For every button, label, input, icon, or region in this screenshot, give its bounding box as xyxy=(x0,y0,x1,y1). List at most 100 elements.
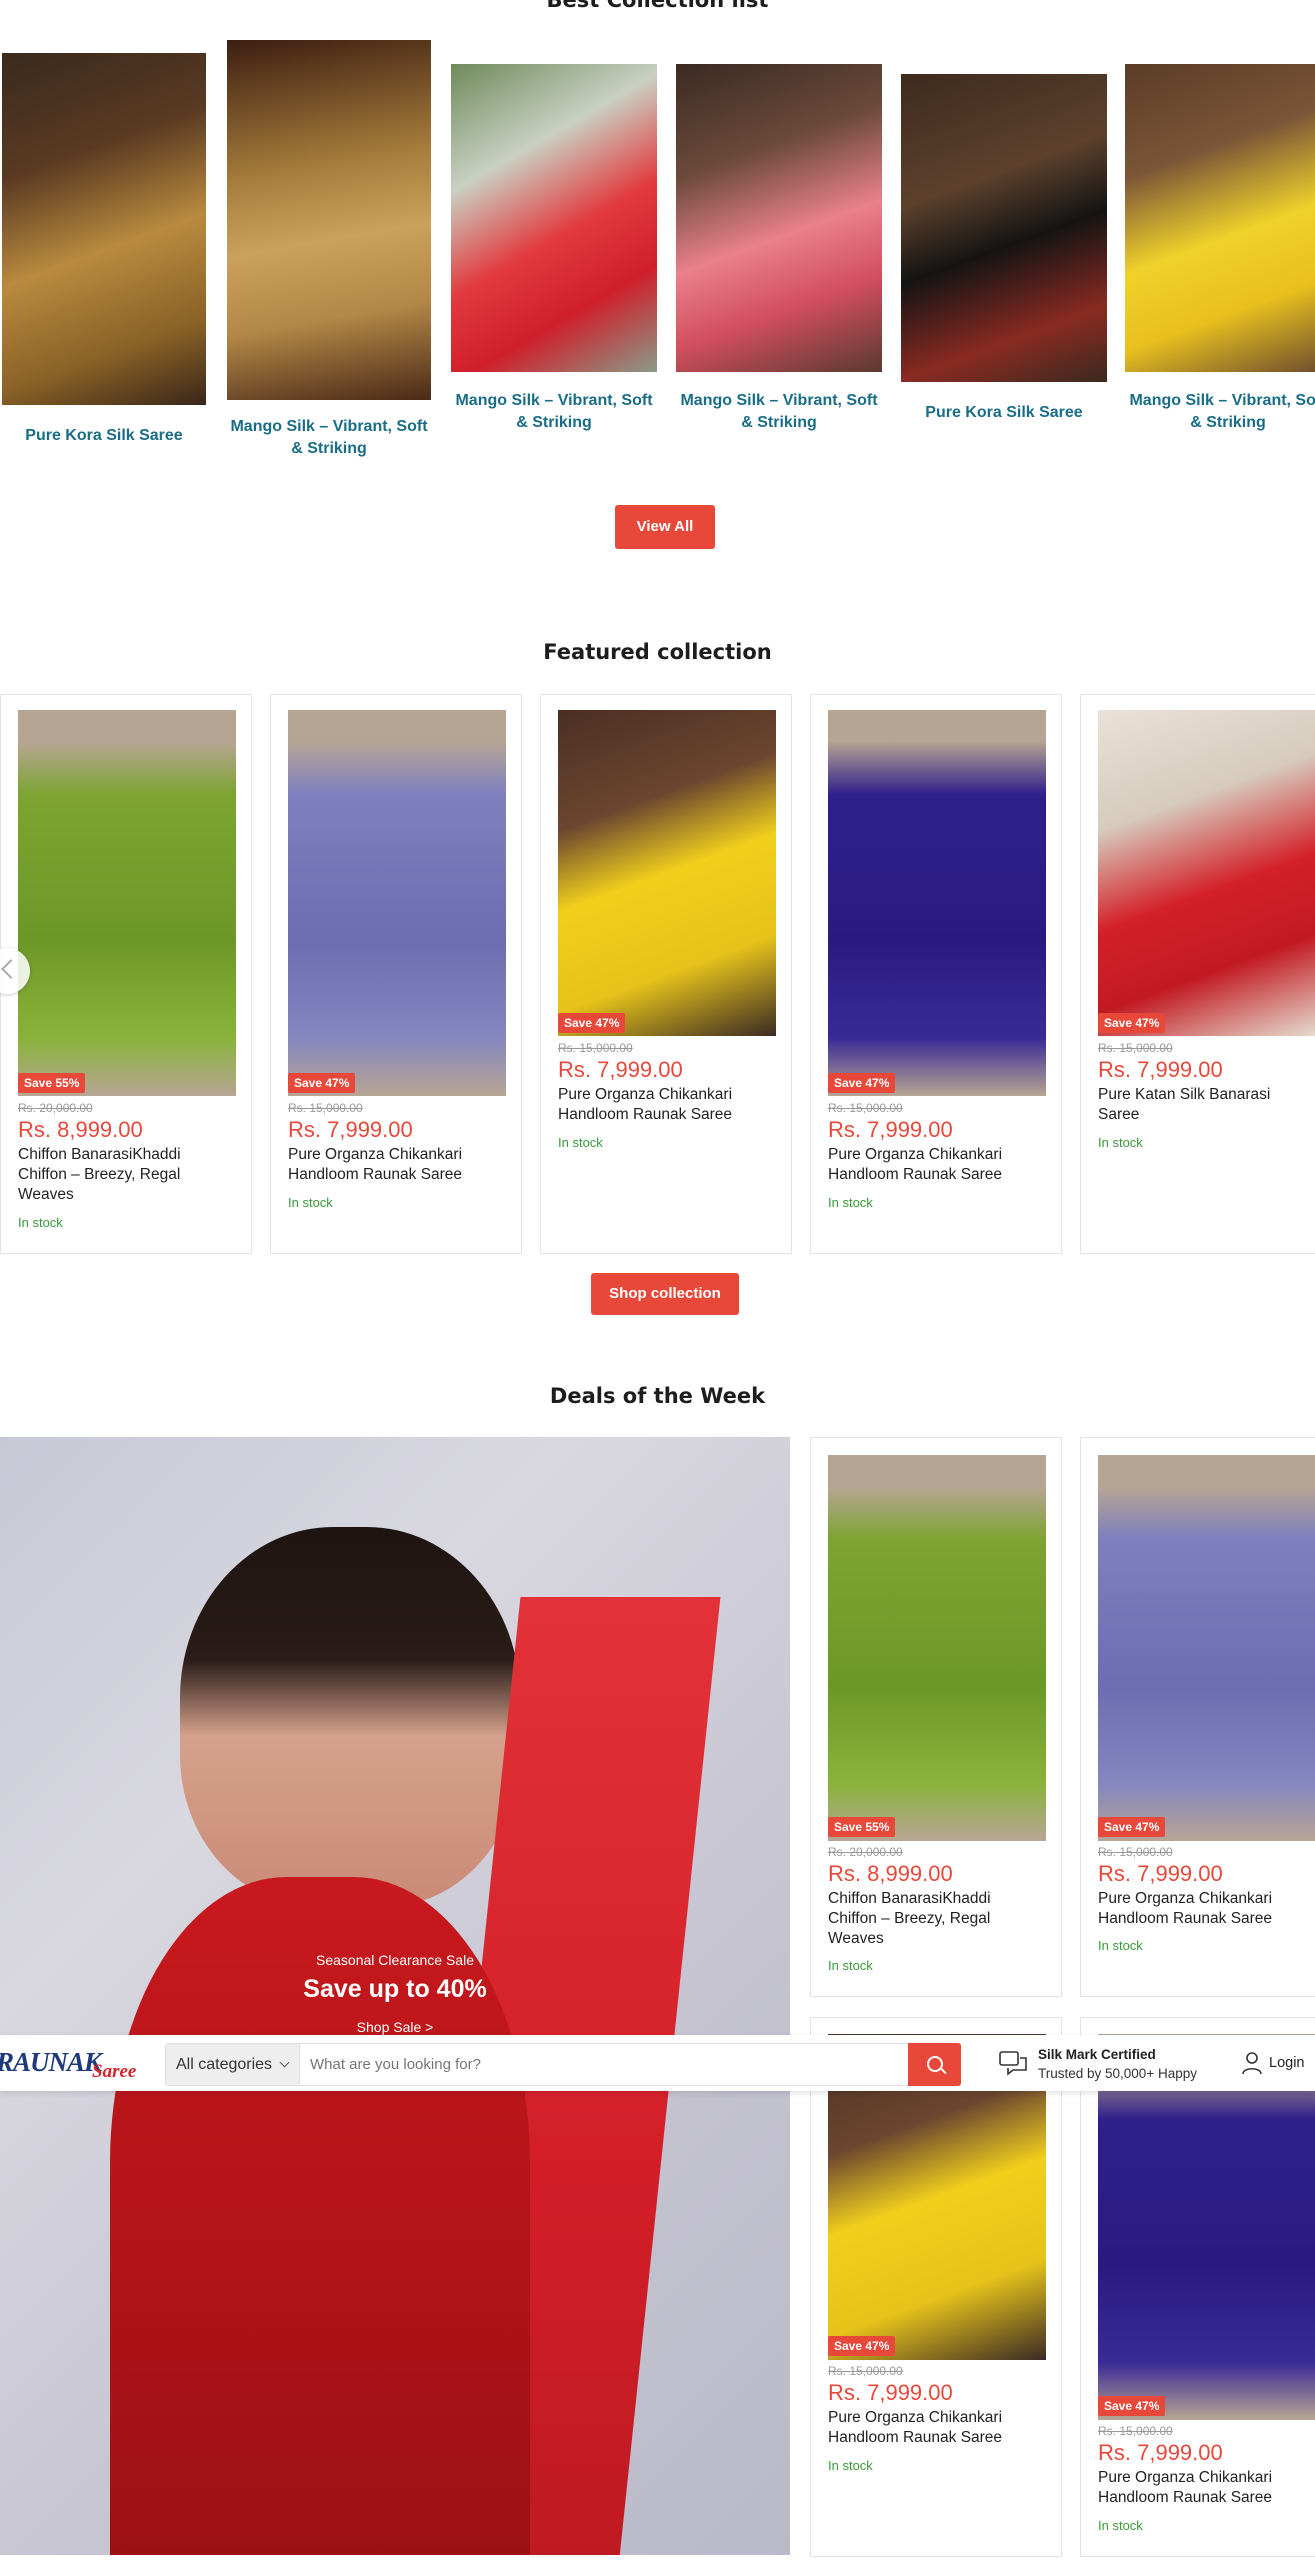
discount-badge: Save 47% xyxy=(288,1073,356,1093)
collection-item[interactable]: Mango Silk – Vibrant, Soft & Striking xyxy=(450,64,658,444)
product-price: Rs. 7,999.00 xyxy=(1098,2440,1223,2465)
chat-icon xyxy=(999,2051,1027,2076)
discount-badge: Save 55% xyxy=(828,1817,896,1837)
trust-subtitle: Trusted by 50,000+ Happy xyxy=(1038,2066,1197,2081)
collection-label[interactable]: Pure Kora Silk Saree xyxy=(900,402,1108,424)
compare-price: Rs. 15,000.00 xyxy=(1098,2424,1173,2438)
product-price: Rs. 7,999.00 xyxy=(558,1057,683,1082)
product-image[interactable] xyxy=(288,710,506,1096)
deal-product-card[interactable]: Save 47% Rs. 15,000.00 Rs. 7,999.00 Pure… xyxy=(810,2017,1062,2557)
promo-banner[interactable]: Seasonal Clearance Sale Save up to 40% S… xyxy=(0,1437,790,2555)
deals-title: Deals of the Week xyxy=(549,1384,766,1408)
discount-badge: Save 47% xyxy=(558,1013,626,1033)
product-price: Rs. 7,999.00 xyxy=(828,1117,953,1142)
category-select[interactable]: All categories xyxy=(165,2043,300,2086)
collection-item[interactable]: Mango Silk – Vibrant, Soft & Striking xyxy=(225,38,433,468)
product-name[interactable]: Pure Organza Chikankari Handloom Raunak … xyxy=(828,1145,1043,1185)
collection-label[interactable]: Mango Silk – Vibrant, Soft & Striking xyxy=(450,390,658,434)
collection-item[interactable]: Pure Kora Silk Saree xyxy=(900,74,1108,434)
product-image[interactable] xyxy=(1098,710,1315,1036)
collection-item[interactable]: Pure Kora Silk Saree xyxy=(0,50,208,460)
product-name[interactable]: Pure Organza Chikankari Handloom Raunak … xyxy=(288,1145,503,1185)
product-image[interactable] xyxy=(1098,2034,1315,2420)
product-name[interactable]: Chiffon BanarasiKhaddi Chiffon – Breezy,… xyxy=(828,1889,1043,1949)
collection-image[interactable] xyxy=(2,53,206,405)
category-label: All categories xyxy=(176,2056,273,2073)
compare-price: Rs. 15,000.00 xyxy=(558,1041,633,1055)
deal-product-card[interactable]: Save 47% Rs. 15,000.00 Rs. 7,999.00 Pure… xyxy=(1080,2017,1315,2557)
user-icon xyxy=(1242,2052,1262,2075)
product-card[interactable]: Save 47% Rs. 15,000.00 Rs. 7,999.00 Pure… xyxy=(1080,694,1315,1254)
discount-badge: Save 47% xyxy=(1098,1013,1166,1033)
discount-badge: Save 55% xyxy=(18,1073,86,1093)
login-link[interactable]: Login xyxy=(1241,2049,1315,2079)
search-button[interactable] xyxy=(908,2043,961,2086)
compare-price: Rs. 15,000.00 xyxy=(288,1101,363,1115)
product-image[interactable] xyxy=(558,710,776,1036)
product-card[interactable]: Save 47% Rs. 15,000.00 Rs. 7,999.00 Pure… xyxy=(810,694,1062,1254)
collection-label[interactable]: Pure Kora Silk Saree xyxy=(0,425,208,447)
product-name[interactable]: Pure Organza Chikankari Handloom Raunak … xyxy=(1098,1889,1313,1929)
logo-sub: Saree xyxy=(92,2061,137,2082)
discount-badge: Save 47% xyxy=(828,2336,896,2356)
stock-status: In stock xyxy=(18,1215,63,1230)
featured-collection-title: Featured collection xyxy=(543,640,772,664)
stock-status: In stock xyxy=(1098,1938,1143,1953)
product-name[interactable]: Pure Organza Chikankari Handloom Raunak … xyxy=(828,2408,1043,2448)
search-icon-handle xyxy=(940,2067,947,2075)
collection-image[interactable] xyxy=(1125,64,1315,372)
compare-price: Rs. 20,000.00 xyxy=(18,1101,93,1115)
product-image[interactable] xyxy=(828,710,1046,1096)
trust-badge: Silk Mark Certified Trusted by 50,000+ H… xyxy=(998,2043,1218,2085)
compare-price: Rs. 15,000.00 xyxy=(1098,1041,1173,1055)
product-image[interactable] xyxy=(828,1455,1046,1841)
product-price: Rs. 7,999.00 xyxy=(828,2380,953,2405)
trust-title: Silk Mark Certified xyxy=(1038,2047,1156,2062)
compare-price: Rs. 15,000.00 xyxy=(828,1101,903,1115)
view-all-button[interactable]: View All xyxy=(615,505,715,549)
product-card[interactable]: Save 47% Rs. 15,000.00 Rs. 7,999.00 Pure… xyxy=(270,694,522,1254)
discount-badge: Save 47% xyxy=(1098,2396,1166,2416)
collection-image[interactable] xyxy=(676,64,882,372)
product-image[interactable] xyxy=(1098,1455,1315,1841)
product-price: Rs. 8,999.00 xyxy=(828,1861,953,1886)
collection-image[interactable] xyxy=(901,74,1107,382)
search-input[interactable] xyxy=(300,2043,910,2086)
stock-status: In stock xyxy=(1098,2518,1143,2533)
collection-image[interactable] xyxy=(227,40,431,400)
collection-label[interactable]: Mango Silk – Vibrant, Soft & Striking xyxy=(1124,390,1315,434)
chevron-down-icon xyxy=(279,2057,290,2068)
stock-status: In stock xyxy=(828,1958,873,1973)
collection-item[interactable]: Mango Silk – Vibrant, Soft & Striking xyxy=(675,64,883,444)
promo-image-figure xyxy=(180,1527,520,1907)
collection-image[interactable] xyxy=(451,64,657,372)
product-price: Rs. 7,999.00 xyxy=(1098,1057,1223,1082)
stock-status: In stock xyxy=(1098,1135,1143,1150)
collection-item[interactable]: Mango Silk – Vibrant, Soft & Striking xyxy=(1124,64,1315,444)
stock-status: In stock xyxy=(288,1195,333,1210)
promo-eyebrow: Seasonal Clearance Sale xyxy=(316,1952,474,1968)
best-collection-title: Best Collection list xyxy=(546,0,769,12)
compare-price: Rs. 15,000.00 xyxy=(1098,1845,1173,1859)
product-name[interactable]: Pure Organza Chikankari Handloom Raunak … xyxy=(1098,2468,1313,2508)
discount-badge: Save 47% xyxy=(1098,1817,1166,1837)
product-image[interactable] xyxy=(18,710,236,1096)
product-card[interactable]: Save 55% Rs. 20,000.00 Rs. 8,999.00 Chif… xyxy=(0,694,252,1254)
product-name[interactable]: Chiffon BanarasiKhaddi Chiffon – Breezy,… xyxy=(18,1145,233,1205)
stock-status: In stock xyxy=(828,2458,873,2473)
logo-main: RAUNAK xyxy=(0,2047,102,2077)
collection-label[interactable]: Mango Silk – Vibrant, Soft & Striking xyxy=(225,416,433,460)
stock-status: In stock xyxy=(558,1135,603,1150)
product-price: Rs. 7,999.00 xyxy=(1098,1861,1223,1886)
deal-product-card[interactable]: Save 47% Rs. 15,000.00 Rs. 7,999.00 Pure… xyxy=(1080,1437,1315,1997)
promo-cta[interactable]: Shop Sale > xyxy=(0,2019,790,2035)
deal-product-card[interactable]: Save 55% Rs. 20,000.00 Rs. 8,999.00 Chif… xyxy=(810,1437,1062,1997)
collection-label[interactable]: Mango Silk – Vibrant, Soft & Striking xyxy=(675,390,883,434)
product-name[interactable]: Pure Katan Silk Banarasi Saree xyxy=(1098,1085,1313,1125)
shop-collection-button[interactable]: Shop collection xyxy=(591,1273,739,1315)
product-card[interactable]: Save 47% Rs. 15,000.00 Rs. 7,999.00 Pure… xyxy=(540,694,792,1254)
site-logo[interactable]: RAUNAK Saree xyxy=(0,2045,146,2082)
login-label: Login xyxy=(1269,2055,1305,2071)
product-name[interactable]: Pure Organza Chikankari Handloom Raunak … xyxy=(558,1085,773,1125)
stock-status: In stock xyxy=(828,1195,873,1210)
